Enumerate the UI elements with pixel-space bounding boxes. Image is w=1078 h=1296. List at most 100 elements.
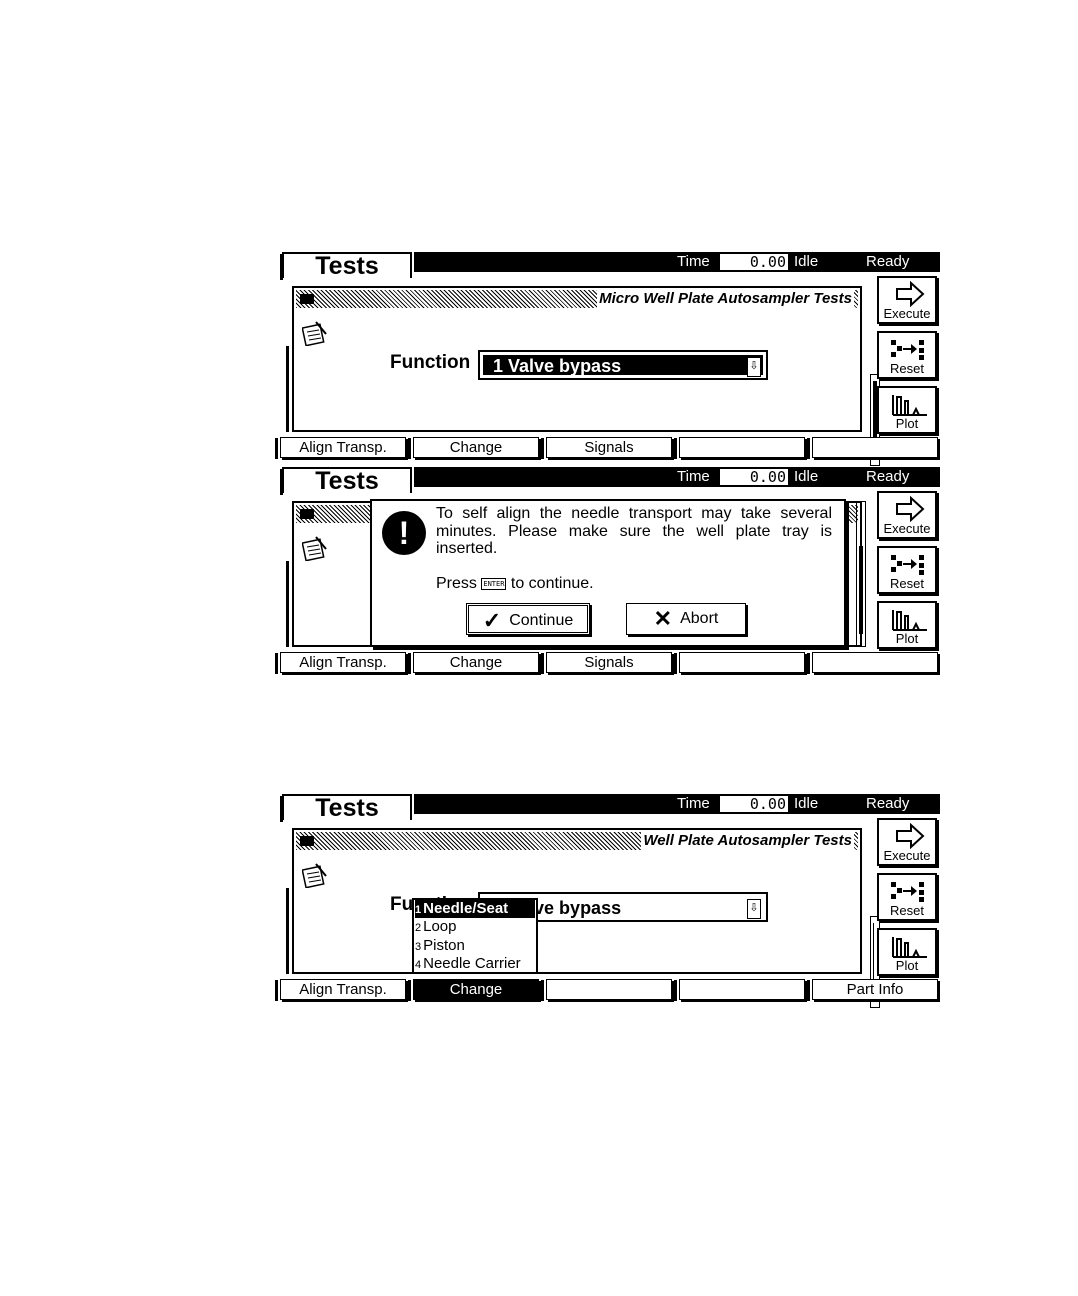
arrow-right-icon (896, 823, 925, 849)
plot-label: Plot (895, 958, 919, 973)
reset-icon (891, 555, 924, 575)
reset-button[interactable]: Reset (877, 331, 937, 379)
idle-status: Idle (794, 795, 819, 812)
title-bar: Tests Time 0.00 Idle Ready (280, 794, 940, 822)
title-bar: Tests Time 0.00 Idle Ready (280, 252, 940, 280)
reset-button[interactable]: Reset (877, 546, 937, 594)
press-enter-hint: Press ENTER to continue. (436, 575, 594, 593)
arrow-right-icon (896, 496, 925, 522)
softkey-empty-5[interactable] (807, 437, 938, 459)
continue-button[interactable]: ✓ Continue (466, 603, 590, 635)
plot-button[interactable]: Plot (877, 601, 937, 649)
softkey-empty-4[interactable] (674, 652, 805, 674)
dropdown-arrow-icon[interactable]: ⇩ (747, 899, 761, 919)
panel-titlebar: Micro Well Plate Autosampler Tests (296, 290, 858, 308)
plot-icon (892, 395, 927, 416)
press-text: Press (436, 575, 477, 592)
execute-button[interactable]: Execute (877, 491, 937, 539)
menu-item-loop[interactable]: 2 Loop (415, 918, 535, 936)
softkey-change[interactable]: Change (408, 979, 539, 1001)
dialog-message: To self align the needle transport may t… (436, 505, 832, 557)
scrollbar[interactable] (856, 501, 866, 647)
checkmark-icon: ✓ (482, 608, 502, 633)
screen-title: Tests (280, 467, 412, 495)
notepad-icon (302, 536, 327, 561)
time-label: Time (677, 468, 710, 485)
tests-screen-1: Tests Time 0.00 Idle Ready Micro Well Pl… (275, 252, 940, 466)
softkey-bar: Align Transp. Change Part Info (275, 979, 940, 1001)
scroll-thumb[interactable] (859, 546, 863, 634)
function-value: 1 Valve bypass (493, 356, 622, 376)
notepad-icon (302, 863, 327, 888)
softkey-signals[interactable]: Signals (541, 437, 672, 459)
softkey-bar: Align Transp. Change Signals (275, 652, 940, 674)
softkey-empty-4[interactable] (674, 437, 805, 459)
dropdown-arrow-icon[interactable]: ⇩ (747, 357, 761, 377)
reset-label: Reset (890, 576, 924, 591)
abort-label: Abort (680, 610, 719, 628)
softkey-signals[interactable]: Signals (541, 652, 672, 674)
plot-icon (892, 610, 927, 631)
panel-menu-icon[interactable] (300, 294, 314, 304)
menu-item-number: 1 (415, 904, 422, 916)
plot-button[interactable]: Plot (877, 928, 937, 976)
panel-edge (286, 561, 289, 647)
menu-item-piston[interactable]: 3 Piston (415, 937, 535, 955)
menu-item-label: Needle/Seat (423, 900, 509, 917)
time-value: 0.00 (720, 796, 788, 812)
time-label: Time (677, 253, 710, 270)
execute-button[interactable]: Execute (877, 276, 937, 324)
plot-label: Plot (895, 631, 919, 646)
execute-label: Execute (883, 848, 931, 863)
tests-panel: Micro Well Plate Autosampler Tests Funct… (292, 286, 880, 466)
menu-item-number: 2 (415, 922, 422, 934)
tests-panel: Well Plate Autosampler Tests Function 1 … (292, 828, 880, 1008)
panel-titlebar: Well Plate Autosampler Tests (296, 832, 858, 850)
tests-screen-2: Tests Time 0.00 Idle Ready To self align… (275, 467, 940, 675)
menu-item-needle-carrier[interactable]: 4 Needle Carrier (415, 955, 535, 973)
softkey-empty-5[interactable] (807, 652, 938, 674)
notepad-icon (302, 321, 327, 346)
idle-status: Idle (794, 253, 819, 270)
plot-button[interactable]: Plot (877, 386, 937, 434)
softkey-change[interactable]: Change (408, 437, 539, 459)
menu-item-label: Needle Carrier (423, 955, 521, 972)
reset-label: Reset (890, 361, 924, 376)
panel-title: Micro Well Plate Autosampler Tests (597, 290, 854, 308)
enter-key-icon: ENTER (481, 577, 507, 590)
softkey-align-transp[interactable]: Align Transp. (275, 652, 406, 674)
menu-item-label: Loop (423, 918, 457, 935)
execute-label: Execute (883, 306, 931, 321)
screen-title: Tests (280, 794, 412, 822)
menu-item-needle-seat[interactable]: 1 Needle/Seat (415, 900, 535, 918)
softkey-part-info[interactable]: Part Info (807, 979, 938, 1001)
execute-button[interactable]: Execute (877, 818, 937, 866)
time-value: 0.00 (720, 469, 788, 485)
ready-status: Ready (866, 253, 910, 270)
softkey-change[interactable]: Change (408, 652, 539, 674)
reset-label: Reset (890, 903, 924, 918)
time-value: 0.00 (720, 254, 788, 270)
change-dropdown-menu: 1 Needle/Seat 2 Loop 3 Piston 4 Needle Carri… (412, 898, 538, 974)
menu-item-number: 4 (415, 959, 422, 971)
function-select[interactable]: 1 Valve bypass ⇩ (478, 350, 768, 380)
softkey-align-transp[interactable]: Align Transp. (275, 437, 406, 459)
idle-status: Idle (794, 468, 819, 485)
softkey-align-transp[interactable]: Align Transp. (275, 979, 406, 1001)
panel-menu-icon[interactable] (300, 836, 314, 846)
execute-label: Execute (883, 521, 931, 536)
function-label: Function (390, 352, 471, 373)
softkey-empty-3[interactable] (541, 979, 672, 1001)
exclamation-icon (382, 511, 426, 555)
time-label: Time (677, 795, 710, 812)
panel-edge (286, 888, 289, 974)
align-confirm-dialog: To self align the needle transport may t… (370, 499, 846, 647)
ready-status: Ready (866, 795, 910, 812)
tests-screen-3: Tests Time 0.00 Idle Ready Well Plate Au… (275, 794, 940, 1008)
abort-button[interactable]: ✕ Abort (626, 603, 746, 635)
menu-item-label: Piston (423, 937, 465, 954)
softkey-empty-4[interactable] (674, 979, 805, 1001)
reset-button[interactable]: Reset (877, 873, 937, 921)
panel-menu-icon[interactable] (300, 509, 314, 519)
reset-icon (891, 340, 924, 360)
